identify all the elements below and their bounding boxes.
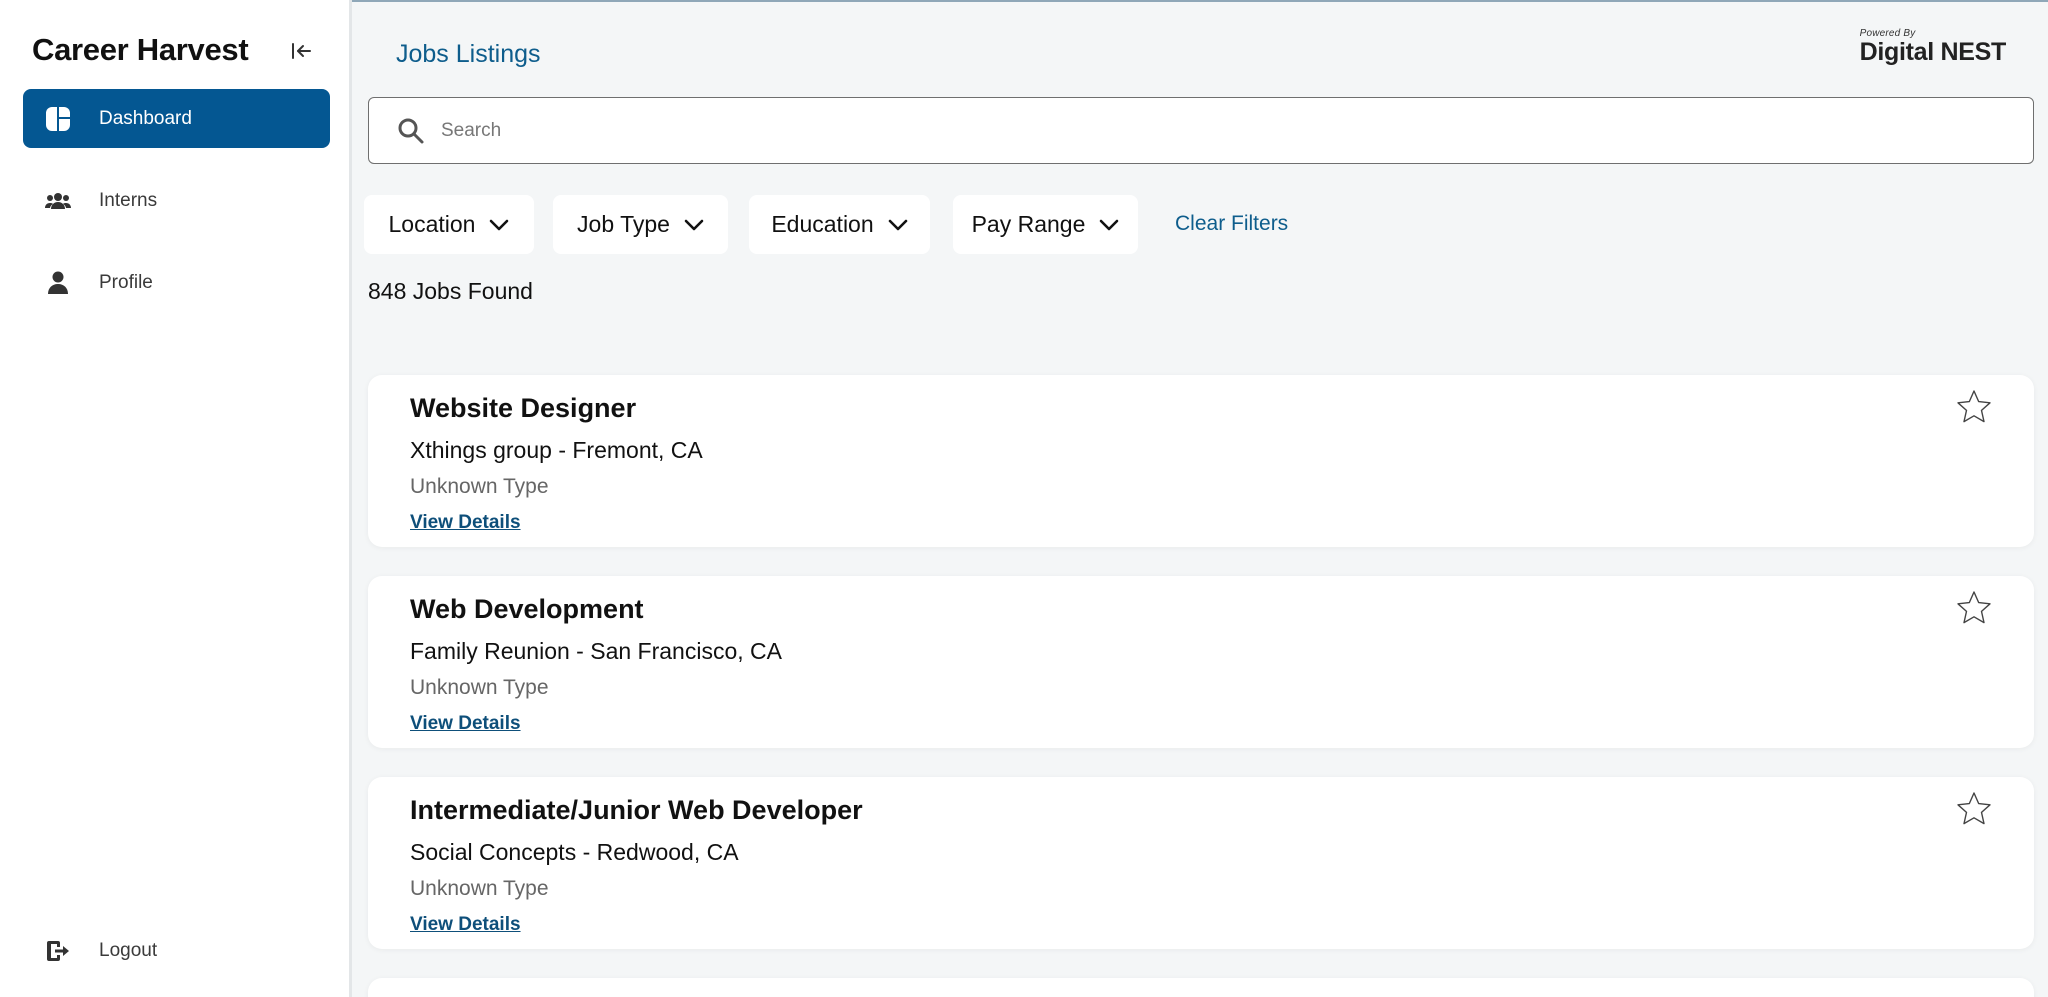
filter-education-dropdown[interactable]: Education — [749, 195, 930, 254]
app-brand: Career Harvest — [32, 32, 249, 67]
chevron-down-icon — [888, 219, 907, 230]
search-icon — [398, 118, 424, 143]
filter-label: Pay Range — [971, 211, 1086, 237]
job-type: Unknown Type — [410, 877, 549, 900]
search-bar[interactable] — [368, 97, 2034, 164]
jobs-found-count: 848 Jobs Found — [368, 278, 533, 304]
star-icon[interactable] — [1956, 590, 1992, 626]
sidebar-item-label: Dashboard — [99, 107, 192, 129]
sidebar-item-label: Interns — [99, 189, 158, 211]
job-title: Intermediate/Junior Web Developer — [410, 795, 863, 825]
job-card: Website Designer Xthings group - Fremont… — [368, 375, 2034, 547]
powered-by-brand: Digital NEST — [1859, 38, 2007, 66]
logout-label: Logout — [99, 939, 158, 961]
job-card: Web Development Family Reunion - San Fra… — [368, 576, 2034, 748]
job-type: Unknown Type — [410, 475, 549, 498]
job-title: Web Development — [410, 594, 644, 624]
chevron-down-icon — [490, 219, 509, 230]
filter-label: Education — [771, 211, 874, 237]
filter-location-dropdown[interactable]: Location — [364, 195, 534, 254]
job-card: Intermediate/Junior Web Developer Social… — [368, 777, 2034, 949]
job-title: Website Designer — [410, 393, 637, 423]
sidebar-item-interns[interactable]: Interns — [23, 171, 330, 230]
view-details-link[interactable]: View Details — [410, 713, 521, 735]
clear-filters-link[interactable]: Clear Filters — [1175, 212, 1288, 236]
sidebar-item-profile[interactable]: Profile — [23, 253, 330, 312]
filter-label: Location — [388, 211, 476, 237]
chevron-down-icon — [684, 219, 704, 230]
sidebar-item-label: Profile — [99, 271, 153, 293]
filter-label: Job Type — [577, 211, 670, 237]
job-company-location: Xthings group - Fremont, CA — [410, 437, 703, 463]
logout-button[interactable]: Logout — [23, 921, 330, 980]
collapse-left-icon — [292, 43, 311, 59]
view-details-link[interactable]: View Details — [410, 914, 521, 936]
filter-job-type-dropdown[interactable]: Job Type — [553, 195, 728, 254]
collapse-sidebar-button[interactable] — [286, 36, 316, 66]
logout-icon — [43, 936, 73, 966]
job-company-location: Family Reunion - San Francisco, CA — [410, 638, 782, 664]
chevron-down-icon — [1100, 219, 1119, 230]
page-title: Jobs Listings — [396, 40, 541, 68]
job-company-location: Social Concepts - Redwood, CA — [410, 839, 739, 865]
search-input[interactable] — [441, 119, 1941, 142]
job-card — [368, 978, 2034, 997]
view-details-link[interactable]: View Details — [410, 512, 521, 534]
filter-pay-range-dropdown[interactable]: Pay Range — [953, 195, 1138, 254]
star-icon[interactable] — [1956, 389, 1992, 425]
dashboard-icon — [43, 104, 73, 134]
job-type: Unknown Type — [410, 676, 549, 699]
sidebar-item-dashboard[interactable]: Dashboard — [23, 89, 330, 148]
sidebar: Career Harvest Dashboard Interns Profile… — [0, 0, 352, 997]
users-icon — [43, 186, 73, 216]
powered-by-logo: Powered By Digital NEST — [1859, 28, 2007, 67]
user-icon — [43, 268, 73, 298]
star-icon[interactable] — [1956, 791, 1992, 827]
